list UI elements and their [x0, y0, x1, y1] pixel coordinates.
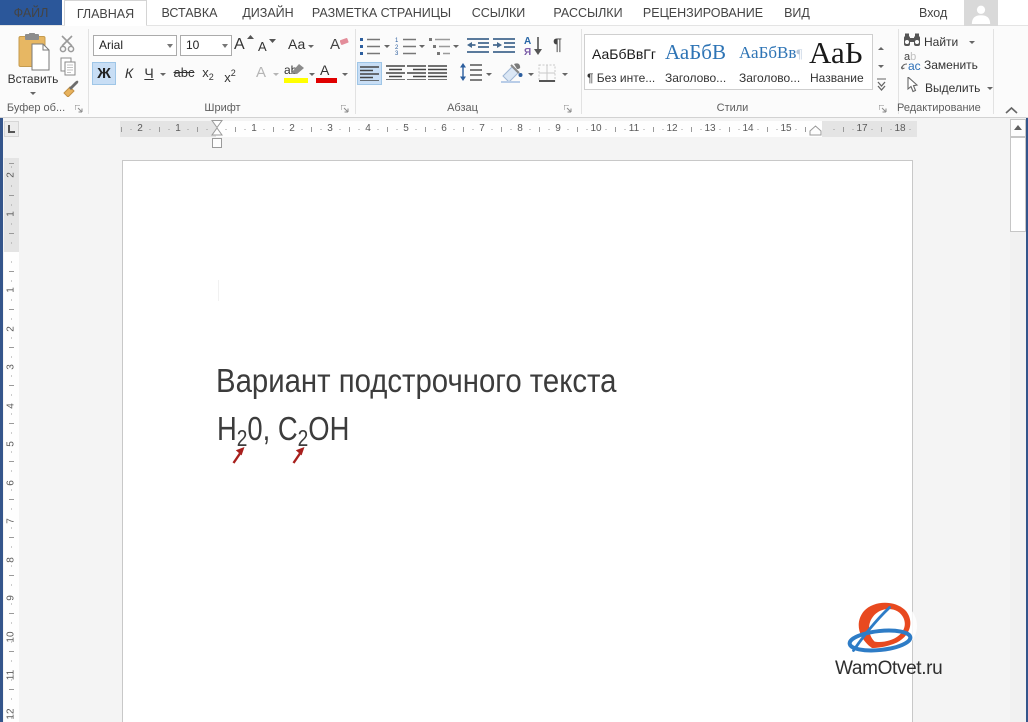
svg-text:3: 3	[395, 51, 399, 55]
svg-text:Я: Я	[524, 47, 531, 56]
svg-text:1: 1	[395, 38, 399, 44]
svg-text:А: А	[524, 36, 531, 47]
